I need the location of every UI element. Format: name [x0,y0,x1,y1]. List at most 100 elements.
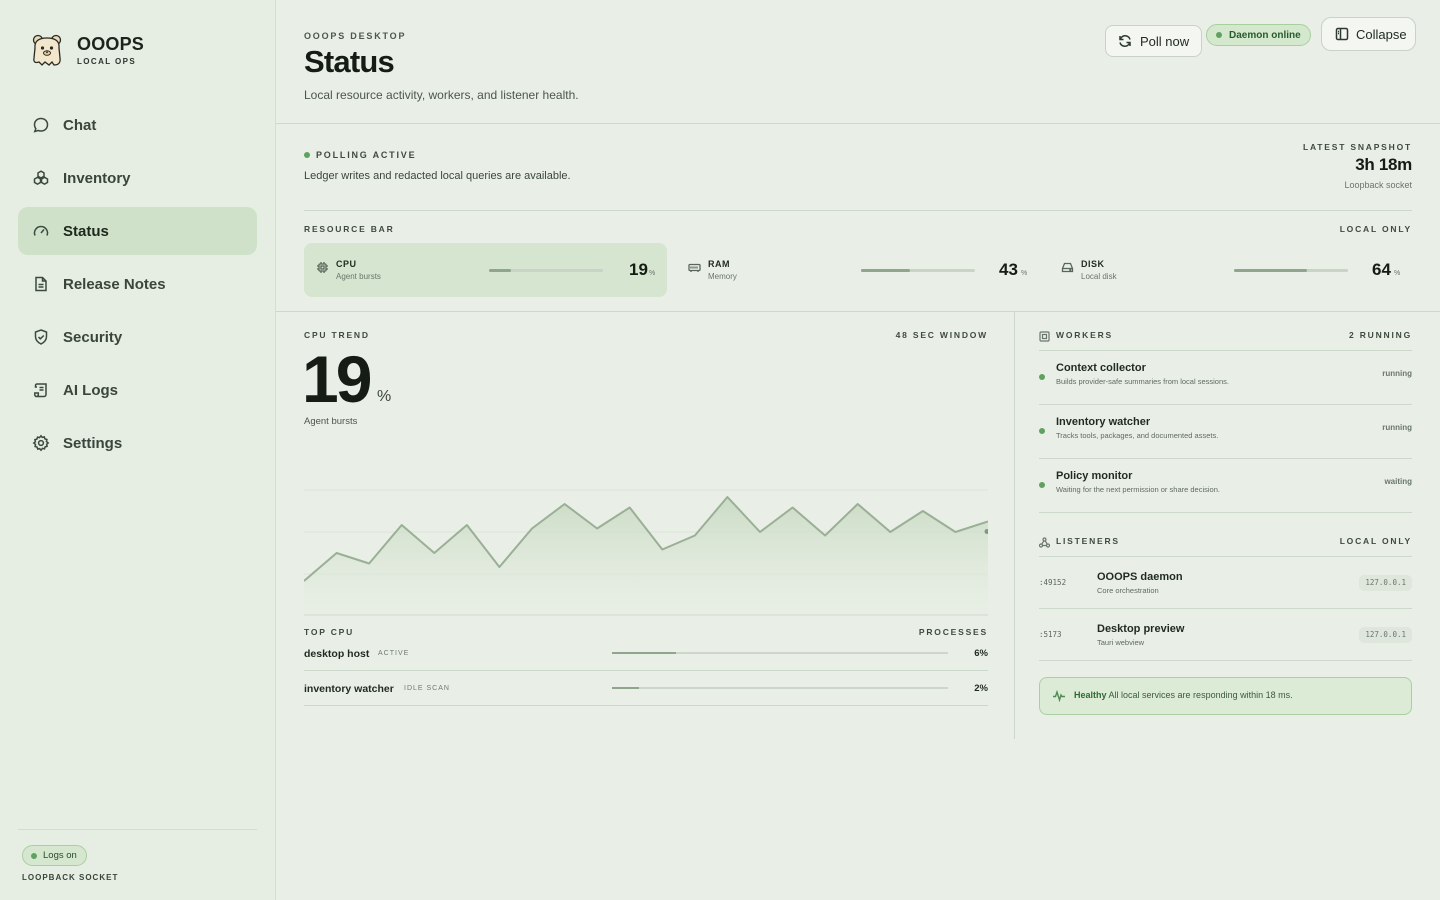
worker-row[interactable]: Context collector Builds provider-safe s… [1039,351,1412,405]
health-banner: Healthy All local services are respondin… [1039,677,1412,715]
health-status: Healthy [1074,690,1107,700]
app-name: OOOPS [77,34,145,54]
snapshot-value: 3h 18m [1355,155,1412,174]
worker-name: Policy monitor [1056,470,1133,482]
listener-row[interactable]: :5173 Desktop preview Tauri webview 127.… [1039,609,1412,661]
resource-bar-label: RESOURCE BAR [304,224,395,234]
sidebar-divider [18,829,257,830]
workers-count: 2 RUNNING [1349,330,1412,340]
process-bar-track [612,687,948,689]
listeners-scope: LOCAL ONLY [1339,536,1412,546]
sidebar-item-label: AI Logs [63,381,118,399]
process-bar-track [612,652,948,654]
resource-desc: Local disk [1081,272,1117,281]
process-tag: IDLE SCAN [404,685,450,692]
resource-name: DISK [1081,259,1105,269]
polling-status: POLLING ACTIVE [304,150,416,160]
refresh-icon [1118,34,1132,48]
sidebar-item-label: Settings [63,434,123,452]
main-content: OOOPS DESKTOP Status Local resource acti… [276,0,1440,900]
process-value: 6% [974,648,988,659]
listeners-label: LISTENERS [1056,536,1120,546]
workers-label: WORKERS [1056,330,1113,340]
sidebar-item-settings[interactable]: Settings [18,419,257,467]
listener-port: :5173 [1039,630,1062,639]
process-tag: ACTIVE [378,650,410,657]
collapse-label: Collapse [1356,26,1407,42]
polling-description: Ledger writes and redacted local queries… [304,170,571,182]
sidebar-item-label: Status [63,222,109,240]
sidebar-item-status[interactable]: Status [18,207,257,255]
snapshot-label: LATEST SNAPSHOT [1302,142,1412,152]
cpu-chip-icon [316,261,329,274]
brand[interactable]: OOOPS LOCAL OPS [30,32,144,68]
resource-value: 19 [629,260,648,279]
sidebar-item-chat[interactable]: Chat [18,101,257,149]
poll-now-label: Poll now [1140,33,1190,49]
worker-row[interactable]: Policy monitor Waiting for the next perm… [1039,459,1412,513]
disk-icon [1061,261,1074,274]
inventory-icon [32,169,50,187]
listener-name: OOOPS daemon [1097,571,1183,583]
listener-name: Desktop preview [1097,623,1185,635]
process-row[interactable]: inventory watcher IDLE SCAN 2% [304,671,988,706]
status-dot [31,852,37,859]
sidebar-item-label: Security [63,328,123,346]
snapshot-caption: Loopback socket [1344,180,1412,190]
sidebar: OOOPS LOCAL OPS Chat Inventory Status Re… [0,0,276,900]
resource-unit: % [1021,270,1028,277]
cpu-trend-value: 19 [302,342,372,416]
worker-desc: Waiting for the next permission or share… [1056,485,1220,494]
collapse-button[interactable]: Collapse [1321,17,1416,51]
poll-now-button[interactable]: Poll now [1105,25,1202,57]
status-dot [1039,482,1045,488]
pulse-icon [1052,689,1066,703]
header-divider [276,123,1440,124]
resource-desc: Agent bursts [336,272,381,281]
sidebar-item-release-notes[interactable]: Release Notes [18,260,257,308]
listener-desc: Tauri webview [1097,638,1145,647]
resource-bar-scope: LOCAL ONLY [1339,224,1412,234]
process-row[interactable]: desktop host ACTIVE 6% [304,636,988,671]
process-value: 2% [974,683,988,694]
listener-address: 127.0.0.1 [1359,575,1412,591]
resource-card-cpu[interactable]: CPU Agent bursts 19 % [304,243,667,297]
resource-unit: % [649,270,656,277]
logs-status-badge[interactable]: Logs on [22,845,87,866]
listener-row[interactable]: :49152 OOOPS daemon Core orchestration 1… [1039,557,1412,609]
sidebar-item-ai-logs[interactable]: AI Logs [18,366,257,414]
worker-icon [1039,329,1050,342]
listener-desc: Core orchestration [1097,586,1159,595]
resource-bar-track [489,269,603,272]
sidebar-item-inventory[interactable]: Inventory [18,154,257,202]
status-dot [1039,374,1045,380]
cpu-trend-chart [304,489,988,616]
sidebar-item-label: Release Notes [63,275,166,293]
gauge-icon [32,222,50,240]
process-bar-fill [612,652,676,654]
app-subtitle: LOCAL OPS [77,57,137,66]
sidebar-caption: LOOPBACK SOCKET [22,873,119,882]
worker-name: Inventory watcher [1056,416,1151,428]
resource-name: RAM [708,259,730,269]
process-name: inventory watcher [304,683,394,695]
process-bar-fill [612,687,639,689]
listener-address: 127.0.0.1 [1359,627,1412,643]
sidebar-item-label: Chat [63,116,97,134]
page-subtitle: Local resource activity, workers, and li… [304,88,579,102]
resource-card-disk[interactable]: DISK Local disk 64 % [1049,243,1412,297]
resource-bar-track [1234,269,1348,272]
page-eyebrow: OOOPS DESKTOP [304,31,407,41]
worker-desc: Builds provider-safe summaries from loca… [1056,377,1229,386]
worker-state: running [1382,423,1412,432]
worker-row[interactable]: Inventory watcher Tracks tools, packages… [1039,405,1412,459]
column-divider [1014,312,1015,739]
listener-port: :49152 [1039,578,1067,587]
worker-state: running [1382,369,1412,378]
document-icon [32,275,50,293]
sidebar-item-security[interactable]: Security [18,313,257,361]
listeners-header: LISTENERS LOCAL ONLY [1038,531,1412,557]
resource-bar-fill [861,269,911,272]
chart-area [304,497,988,616]
resource-card-ram[interactable]: RAM Memory 43 % [676,243,1039,297]
